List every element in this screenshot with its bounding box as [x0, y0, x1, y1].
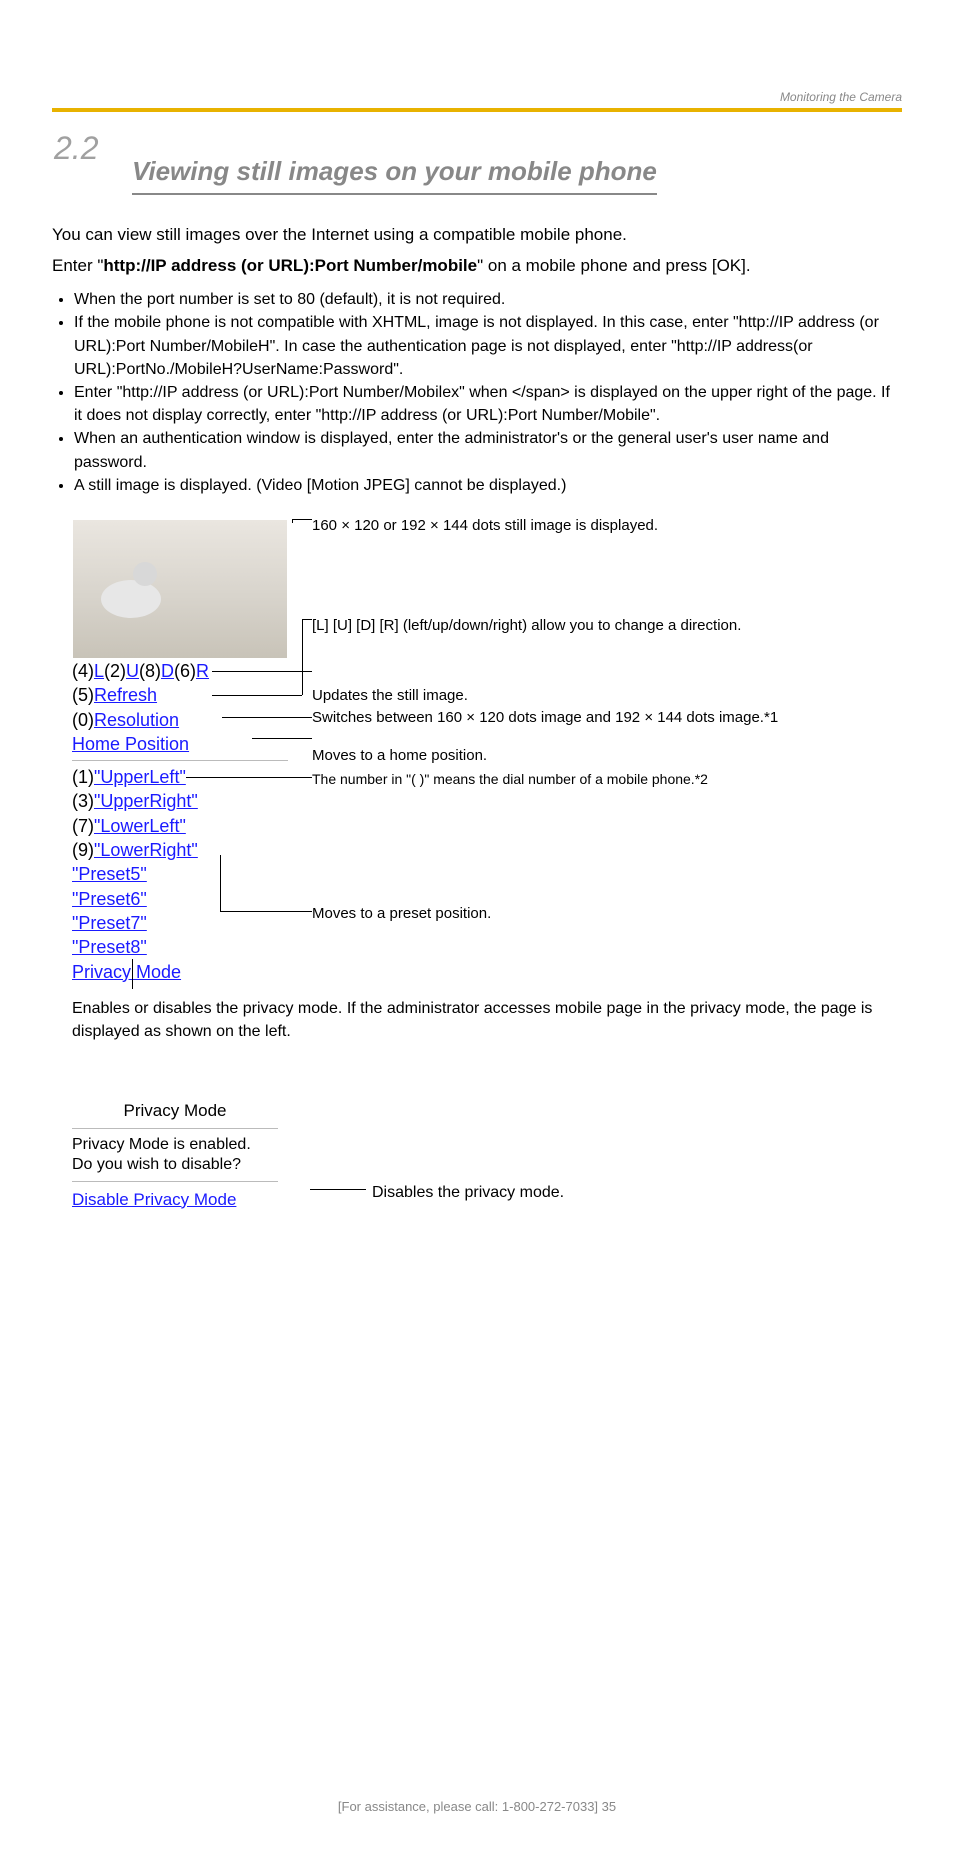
disable-privacy-callout: Disables the privacy mode. [372, 1184, 564, 1201]
privacy-row: Privacy Mode [72, 960, 288, 984]
preset-link[interactable]: "Preset6" [72, 889, 147, 909]
preset-row: (9)"LowerRight" [72, 838, 288, 862]
preset-link[interactable]: "UpperLeft" [94, 767, 186, 787]
dir-num: (8) [139, 661, 161, 681]
preset-link[interactable]: "Preset7" [72, 913, 147, 933]
privacy-box-title: Privacy Mode [72, 1099, 278, 1129]
home-row: Home Position [72, 732, 288, 756]
preset-row: "Preset5" [72, 862, 288, 886]
intro-url: http://IP address (or URL):Port Number/m… [103, 256, 477, 275]
refresh-link[interactable]: Refresh [94, 685, 157, 705]
callout-preset-note: The number in "( )" means the dial numbe… [312, 769, 932, 789]
callout-resolution: Switches between 160 × 120 dots image an… [312, 707, 932, 729]
resolution-link[interactable]: Resolution [94, 710, 179, 730]
intro-p2: Enter "http://IP address (or URL):Port N… [52, 254, 902, 279]
callout-direction: [L] [U] [D] [R] (left/up/down/right) all… [312, 615, 932, 637]
header-section-label: Monitoring the Camera [780, 90, 902, 104]
page-footer: [For assistance, please call: 1-800-272-… [52, 1799, 902, 1814]
callout-home: Moves to a home position. [312, 745, 932, 767]
intro-p2-after: " on a mobile phone and press [OK]. [477, 256, 750, 275]
intro-bullet: If the mobile phone is not compatible wi… [74, 311, 902, 381]
callout-image: 160 × 120 or 192 × 144 dots still image … [312, 515, 932, 537]
preset-row: "Preset7" [72, 911, 288, 935]
preset-link[interactable]: "LowerLeft" [94, 816, 186, 836]
dir-up-link[interactable]: U [126, 661, 139, 681]
preset-row: (7)"LowerLeft" [72, 814, 288, 838]
privacy-mode-link[interactable]: Privacy Mode [72, 962, 181, 982]
intro-bullet: When the port number is set to 80 (defau… [74, 288, 902, 311]
preset-row: (1)"UpperLeft" [72, 760, 288, 789]
preset-num: (9) [72, 840, 94, 860]
preset-link[interactable]: "Preset5" [72, 864, 147, 884]
intro-bullet: A still image is displayed. (Video [Moti… [74, 474, 902, 497]
preset-num: (1) [72, 767, 94, 787]
preset-link[interactable]: "LowerRight" [94, 840, 198, 860]
dir-num: (6) [174, 661, 196, 681]
dir-right-link[interactable]: R [196, 661, 209, 681]
refresh-num: (5) [72, 685, 94, 705]
preset-row: "Preset8" [72, 935, 288, 959]
privacy-box-line2: Do you wish to disable? [72, 1155, 278, 1175]
preset-num: (7) [72, 816, 94, 836]
privacy-box-line1: Privacy Mode is enabled. [72, 1135, 278, 1155]
callout-preset: Moves to a preset position. [312, 903, 932, 925]
preset-row: "Preset6" [72, 887, 288, 911]
gold-rule [52, 108, 902, 112]
dir-left-link[interactable]: L [94, 661, 104, 681]
preset-row: (3)"UpperRight" [72, 789, 288, 813]
dir-down-link[interactable]: D [161, 661, 174, 681]
callout-refresh: Updates the still image. [312, 685, 932, 707]
intro-bullet: When an authentication window is display… [74, 427, 902, 473]
dir-num: (2) [104, 661, 126, 681]
mobile-mockup: (4)L(2)U(8)D(6)R (5)Refresh (0)Resolutio… [72, 519, 288, 984]
privacy-mode-box: Privacy Mode Privacy Mode is enabled. Do… [72, 1099, 278, 1212]
disable-privacy-link[interactable]: Disable Privacy Mode [72, 1190, 236, 1209]
preset-num: (3) [72, 791, 94, 811]
intro-p1: You can view still images over the Inter… [52, 223, 902, 248]
section-title: Viewing still images on your mobile phon… [132, 156, 657, 195]
preset-link[interactable]: "Preset8" [72, 937, 147, 957]
dir-num: (4) [72, 661, 94, 681]
home-position-link[interactable]: Home Position [72, 734, 189, 754]
preset-link[interactable]: "UpperRight" [94, 791, 198, 811]
camera-still-image [72, 519, 288, 659]
resolution-num: (0) [72, 710, 94, 730]
intro-p2-before: Enter " [52, 256, 103, 275]
privacy-callout: Enables or disables the privacy mode. If… [72, 997, 912, 1043]
resolution-row: (0)Resolution [72, 708, 288, 732]
section-number: 2.2 [54, 130, 98, 167]
intro-bullet: Enter "http://IP address (or URL):Port N… [74, 381, 902, 427]
